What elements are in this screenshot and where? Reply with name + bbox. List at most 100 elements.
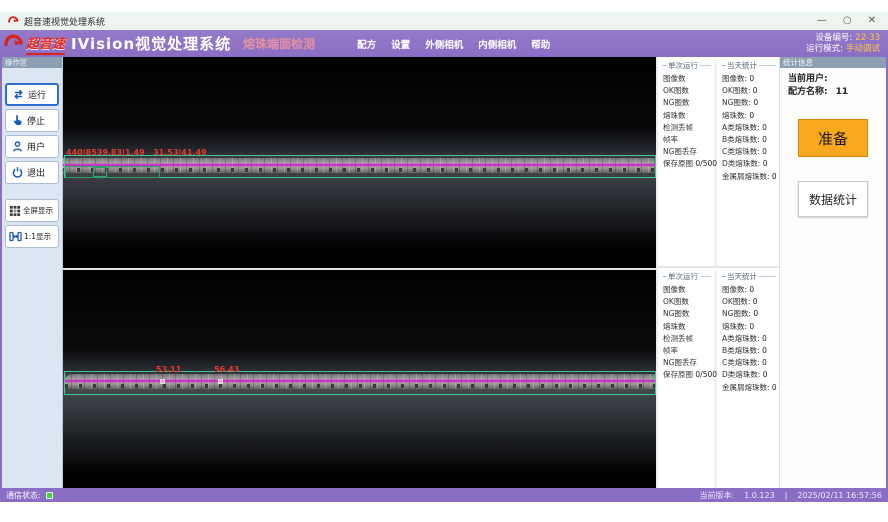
daily-stats-rows: 图像数: 0OK图数: 0NG图数: 0熔珠数: 0A类熔珠数: 0B类熔珠数:… xyxy=(722,284,779,394)
version-label: 当前版本: xyxy=(699,490,734,501)
daily-stats-rows: 图像数: 0OK图数: 0NG图数: 0熔珠数: 0A类熔珠数: 0B类熔珠数:… xyxy=(722,73,779,183)
run-button[interactable]: 运行 xyxy=(5,83,59,106)
stat-row: OK图数: 0 xyxy=(722,296,779,308)
stat-row: OK图数: 0 xyxy=(722,85,779,97)
daily-stats-title: 当天统计 xyxy=(722,271,779,282)
device-number-value: 22-33 xyxy=(855,33,880,43)
stat-row: 保存原图 0/500 xyxy=(663,369,714,381)
stat-row: NG图数 xyxy=(663,308,714,320)
stat-row: NG图数: 0 xyxy=(722,308,779,320)
menu-item[interactable]: 外侧相机 xyxy=(425,37,463,51)
version-value: 1.0.123 xyxy=(744,491,775,500)
single-run-rows: 图像数 OK图数 NG图数 熔珠数 检测丢帧 帧率 NG图丢存 保存原图 0/5… xyxy=(663,284,714,382)
daily-stats-title: 当天统计 xyxy=(722,60,779,71)
window-controls: — ○ ✕ xyxy=(817,12,880,30)
close-button[interactable]: ✕ xyxy=(868,12,876,30)
stat-row: D类熔珠数: 0 xyxy=(722,369,779,381)
sidebar-buttons: 运行 停止 用户 退出 全屏显示 xyxy=(2,68,62,251)
stat-row: 保存原图 0/500 xyxy=(663,158,714,170)
main-area: 操作区 运行 停止 用户 退出 xyxy=(0,57,888,488)
stat-row: 金属屑熔珠数: 0 xyxy=(722,382,779,394)
stat-row: B类熔珠数: 0 xyxy=(722,134,779,146)
recipe-name-row: 配方名称: 11 xyxy=(788,86,886,99)
stat-row: OK图数 xyxy=(663,296,714,308)
prepare-button[interactable]: 准备 xyxy=(798,119,868,157)
device-info: 设备编号:22-33 运行模式:手动调试 xyxy=(806,33,880,55)
page: 超音速视觉处理系统 — ○ ✕ 超音速 IVision视觉处理系统 熔珠端面检测… xyxy=(0,0,888,522)
stat-row: 帧率 xyxy=(663,134,714,146)
brand-logo-icon xyxy=(4,34,24,54)
stop-button-label: 停止 xyxy=(27,114,45,127)
single-run-column: 单次运行 图像数 OK图数 NG图数 熔珠数 检测丢帧 帧率 NG图丢存 保存原… xyxy=(658,60,717,266)
daily-stats-column: 当天统计 图像数: 0OK图数: 0NG图数: 0熔珠数: 0A类熔珠数: 0B… xyxy=(717,60,779,266)
stat-row: OK图数 xyxy=(663,85,714,97)
stat-row: 帧率 xyxy=(663,345,714,357)
exit-button[interactable]: 退出 xyxy=(5,161,59,184)
one-to-one-button-label: 1:1显示 xyxy=(24,231,51,242)
os-titlebar: 超音速视觉处理系统 — ○ ✕ xyxy=(0,12,888,30)
info-panel: 统计信息 当前用户: 配方名称:11 准备 数据统计 xyxy=(780,57,886,488)
minimize-button[interactable]: — xyxy=(817,12,827,30)
one-to-one-icon xyxy=(9,230,22,243)
current-user-row: 当前用户: xyxy=(788,73,886,86)
stat-row: 检测丢帧 xyxy=(663,333,714,345)
detection-sub-rect xyxy=(93,167,107,177)
single-run-column: 单次运行 图像数 OK图数 NG图数 熔珠数 检测丢帧 帧率 NG图丢存 保存原… xyxy=(658,271,717,488)
run-mode-label: 运行模式: xyxy=(806,44,843,54)
comm-status-indicator xyxy=(46,492,53,499)
single-run-title: 单次运行 xyxy=(663,271,714,282)
status-separator: | xyxy=(785,491,788,500)
device-number-row: 设备编号:22-33 xyxy=(806,33,880,44)
run-mode-row: 运行模式:手动调试 xyxy=(806,44,880,55)
comm-status-label: 通信状态: xyxy=(6,490,41,501)
status-bar-right: 当前版本: 1.0.123 | 2025/02/11 16:57:56 xyxy=(699,490,882,501)
measurement-label: 53.11 xyxy=(156,365,181,374)
stat-row: 检测丢帧 xyxy=(663,122,714,134)
stats-block-outer: 单次运行 图像数 OK图数 NG图数 熔珠数 检测丢帧 帧率 NG图丢存 保存原… xyxy=(658,57,779,268)
stat-row: C类熔珠数: 0 xyxy=(722,357,779,369)
main-menu: 配方 设置 外侧相机 内侧相机 帮助 xyxy=(357,37,550,51)
recipe-name-value: 11 xyxy=(836,87,849,97)
user-button-label: 用户 xyxy=(27,140,45,153)
recipe-name-label: 配方名称: xyxy=(788,87,828,97)
measurement-label: 56.43 xyxy=(214,365,239,374)
menu-item[interactable]: 内侧相机 xyxy=(478,37,516,51)
stat-row: 图像数: 0 xyxy=(722,73,779,85)
stat-row: C类熔珠数: 0 xyxy=(722,146,779,158)
stat-row: A类熔珠数: 0 xyxy=(722,333,779,345)
camera-view-outer[interactable]: 440|8539.83|1.49 31.53|41.49 xyxy=(63,57,656,268)
stat-row: 熔珠数 xyxy=(663,110,714,122)
stat-row: 熔珠数 xyxy=(663,321,714,333)
menu-item[interactable]: 帮助 xyxy=(531,37,550,51)
stat-row: 金属屑熔珠数: 0 xyxy=(722,171,779,183)
stat-row: NG图数: 0 xyxy=(722,97,779,109)
brand-logo: 超音速 xyxy=(4,33,65,55)
data-statistics-button[interactable]: 数据统计 xyxy=(798,181,868,217)
detection-rect xyxy=(64,371,656,395)
stat-row: NG图丢存 xyxy=(663,357,714,369)
menu-item[interactable]: 设置 xyxy=(391,37,410,51)
user-icon xyxy=(11,140,24,153)
one-to-one-button[interactable]: 1:1显示 xyxy=(5,225,59,248)
detection-sub-rect xyxy=(65,166,160,178)
stat-row: 熔珠数: 0 xyxy=(722,321,779,333)
stat-row: 图像数 xyxy=(663,284,714,296)
sidebar: 操作区 运行 停止 用户 退出 xyxy=(2,57,63,488)
stop-button[interactable]: 停止 xyxy=(5,109,59,132)
current-user-label: 当前用户: xyxy=(788,74,828,84)
fullscreen-button[interactable]: 全屏显示 xyxy=(5,199,59,222)
camera-viewports: 440|8539.83|1.49 31.53|41.49 53.11 56.43 xyxy=(63,57,656,488)
maximize-button[interactable]: ○ xyxy=(843,12,852,30)
user-button[interactable]: 用户 xyxy=(5,135,59,158)
camera-view-inner[interactable]: 53.11 56.43 xyxy=(63,268,656,488)
exit-button-label: 退出 xyxy=(27,166,45,179)
sidebar-caption: 操作区 xyxy=(2,57,62,68)
status-bar: 通信状态: 当前版本: 1.0.123 | 2025/02/11 16:57:5… xyxy=(0,488,888,502)
single-run-rows: 图像数 OK图数 NG图数 熔珠数 检测丢帧 帧率 NG图丢存 保存原图 0/5… xyxy=(663,73,714,171)
app-subtitle: 熔珠端面检测 xyxy=(243,35,315,52)
stat-row: 熔珠数: 0 xyxy=(722,110,779,122)
menu-item[interactable]: 配方 xyxy=(357,37,376,51)
run-button-label: 运行 xyxy=(28,88,46,101)
window-title: 超音速视觉处理系统 xyxy=(24,15,105,28)
defect-marker xyxy=(160,379,165,384)
